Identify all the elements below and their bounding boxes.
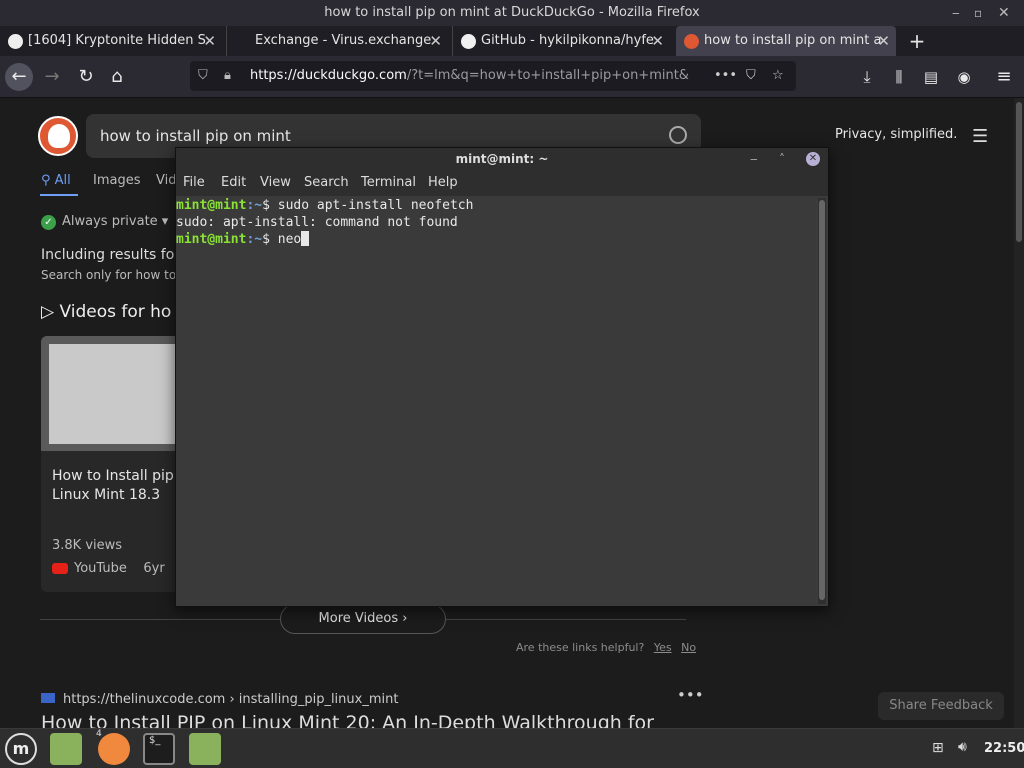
- new-tab-button[interactable]: +: [904, 26, 930, 56]
- menu-help[interactable]: Help: [428, 175, 458, 190]
- check-icon: ✓: [41, 215, 56, 230]
- more-videos-button[interactable]: More Videos ›: [280, 604, 446, 634]
- result-title[interactable]: How to Install PIP on Linux Mint 20: An …: [41, 712, 654, 728]
- kryptonite-favicon: [8, 34, 23, 49]
- videos-heading: ▷ Videos for ho: [41, 302, 172, 322]
- tab-duckduckgo[interactable]: how to install pip on mint a ✕: [676, 26, 896, 56]
- downloads-icon[interactable]: ⤓: [853, 63, 881, 91]
- tab-videos[interactable]: Vid: [156, 173, 176, 188]
- url-text[interactable]: https://duckduckgo.com/?t=lm&q=how+to+in…: [250, 61, 690, 91]
- account-icon[interactable]: ◉: [950, 63, 978, 91]
- tab-github[interactable]: GitHub - hykilpikonna/hyfe ✕: [452, 26, 670, 56]
- youtube-icon: [52, 563, 68, 574]
- hamburger-menu-icon[interactable]: ☰: [972, 126, 988, 147]
- reload-button[interactable]: ↻: [72, 63, 100, 91]
- network-icon[interactable]: ⊞: [932, 740, 944, 756]
- terminal-window[interactable]: mint@mint: ~ ‒ ˄ ✕ File Edit View Search…: [175, 147, 829, 607]
- tab-all[interactable]: ⚲ All: [41, 173, 71, 188]
- forward-button[interactable]: →: [38, 63, 66, 91]
- terminal-minimize-icon[interactable]: ‒: [750, 148, 758, 170]
- bookmark-star-icon[interactable]: ☆: [772, 61, 784, 91]
- menu-edit[interactable]: Edit: [221, 175, 246, 190]
- result-url[interactable]: https://thelinuxcode.com › installing_pi…: [41, 692, 398, 707]
- taskbar: m 4 $_ ⊞ 🔊︎ 22:50: [0, 728, 1024, 768]
- duckduckgo-logo[interactable]: [38, 116, 78, 156]
- shield-icon[interactable]: ⛉: [198, 61, 208, 91]
- pocket-icon[interactable]: ⛉: [746, 61, 756, 91]
- menu-search[interactable]: Search: [304, 175, 349, 190]
- tab-exchange[interactable]: Exchange - Virus.exchange ✕: [226, 26, 448, 56]
- menu-icon[interactable]: ≡: [990, 63, 1018, 91]
- duckduckgo-icon: [684, 34, 699, 49]
- minimize-icon[interactable]: ‒: [952, 0, 960, 26]
- tab-strip: [1604] Kryptonite Hidden S ✕ Exchange - …: [0, 26, 1024, 56]
- including-results-text: Including results for: [41, 247, 181, 263]
- sidebar-icon[interactable]: ▤: [917, 63, 945, 91]
- page-scrollbar[interactable]: [1014, 98, 1024, 728]
- terminal-menubar: File Edit View Search Terminal Help: [176, 170, 828, 196]
- tab-label: GitHub - hykilpikonna/hyfe: [481, 33, 654, 48]
- terminal-close-icon[interactable]: ✕: [806, 152, 820, 166]
- tab-images[interactable]: Images: [93, 173, 141, 188]
- helpful-feedback: Are these links helpful? Yes No: [516, 641, 697, 654]
- window-title: how to install pip on mint at DuckDuckGo…: [324, 5, 700, 20]
- terminal-maximize-icon[interactable]: ˄: [779, 148, 785, 170]
- menu-file[interactable]: File: [183, 175, 205, 190]
- tab-label: how to install pip on mint a: [704, 33, 882, 48]
- always-private-toggle[interactable]: ✓ Always private ▾: [41, 214, 168, 230]
- close-tab-icon[interactable]: ✕: [651, 26, 664, 56]
- terminal-scrollbar[interactable]: [818, 198, 826, 604]
- menu-terminal[interactable]: Terminal: [361, 175, 416, 190]
- library-icon[interactable]: ⫼: [885, 63, 913, 91]
- terminal-titlebar[interactable]: mint@mint: ~ ‒ ˄: [176, 148, 828, 170]
- lock-icon[interactable]: 🔒︎: [224, 61, 231, 91]
- privacy-tagline: Privacy, simplified.: [835, 127, 958, 142]
- terminal-cursor: [301, 231, 310, 246]
- video-views: 3.8K views: [52, 538, 123, 553]
- terminal-output[interactable]: mint@mint:~$ sudo apt-install neofetch s…: [176, 196, 816, 606]
- menu-view[interactable]: View: [260, 175, 291, 190]
- video-thumbnail[interactable]: [41, 336, 181, 451]
- terminal-line[interactable]: mint@mint:~$ neo: [176, 231, 816, 248]
- close-tab-icon[interactable]: ✕: [429, 26, 442, 56]
- files-icon[interactable]: [50, 733, 82, 765]
- share-feedback-button[interactable]: Share Feedback: [878, 692, 1004, 720]
- close-tab-icon[interactable]: ✕: [877, 26, 890, 56]
- terminal-line: sudo: apt-install: command not found: [176, 215, 458, 230]
- active-tab-indicator: [40, 194, 78, 196]
- mint-menu-icon[interactable]: m: [5, 733, 37, 765]
- video-title[interactable]: How to Install pip Linux Mint 18.3: [52, 467, 181, 505]
- terminal-icon[interactable]: $_: [143, 733, 175, 765]
- clock[interactable]: 22:50: [984, 741, 1024, 756]
- tab-label: [1604] Kryptonite Hidden S: [28, 33, 206, 48]
- maximize-icon[interactable]: ▫: [974, 0, 982, 26]
- terminal-line: mint@mint:~$ sudo apt-install neofetch: [176, 198, 474, 213]
- home-button[interactable]: ⌂: [103, 63, 131, 91]
- video-card[interactable]: How to Install pip Linux Mint 18.3 3.8K …: [41, 336, 181, 592]
- video-source: YouTube 6yr: [52, 561, 165, 576]
- site-favicon: [41, 693, 55, 703]
- search-query[interactable]: how to install pip on mint: [100, 127, 291, 145]
- tab-kryptonite[interactable]: [1604] Kryptonite Hidden S ✕: [0, 26, 222, 56]
- yes-link[interactable]: Yes: [654, 641, 672, 654]
- close-icon[interactable]: ✕: [998, 0, 1010, 26]
- folder-icon[interactable]: [189, 733, 221, 765]
- tab-label: Exchange - Virus.exchange: [255, 33, 432, 48]
- close-tab-icon[interactable]: ✕: [203, 26, 216, 56]
- window-titlebar: how to install pip on mint at DuckDuckGo…: [0, 0, 1024, 26]
- volume-icon[interactable]: 🔊︎: [958, 739, 967, 755]
- result-options-icon[interactable]: •••: [677, 686, 704, 704]
- terminal-title: mint@mint: ~: [455, 152, 549, 166]
- firefox-window-count: 4: [96, 729, 102, 739]
- firefox-icon[interactable]: [98, 733, 130, 765]
- back-button[interactable]: ←: [5, 63, 33, 91]
- search-icon[interactable]: [669, 126, 687, 144]
- search-only-for-link[interactable]: Search only for how to: [41, 268, 176, 282]
- no-link[interactable]: No: [681, 641, 696, 654]
- page-actions-icon[interactable]: •••: [714, 61, 737, 91]
- url-bar[interactable]: ⛉ 🔒︎ https://duckduckgo.com/?t=lm&q=how+…: [190, 61, 796, 91]
- nav-toolbar: ← → ↻ ⌂ ⛉ 🔒︎ https://duckduckgo.com/?t=l…: [0, 56, 1024, 98]
- github-icon: [461, 34, 476, 49]
